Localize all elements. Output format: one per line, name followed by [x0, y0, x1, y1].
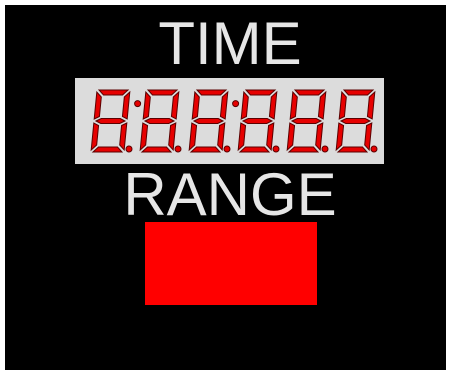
- digit-6-segment-g: [339, 118, 372, 124]
- digit-4-segment-g: [241, 118, 274, 124]
- digit-1-segment-g: [94, 118, 127, 124]
- digit-3-segment-g: [192, 118, 225, 124]
- digit-2-segment-c: [168, 122, 177, 152]
- digit-6-decimal-point: [370, 145, 378, 153]
- screen: TIME RANGE: [0, 0, 451, 375]
- digit-3-segment-a: [195, 89, 228, 96]
- digit-3-segment-f: [191, 90, 200, 120]
- range-label: RANGE: [123, 161, 337, 228]
- colon-after-digit-3-upper: [232, 100, 240, 108]
- digit-3-segment-b: [219, 90, 229, 120]
- digit-5-segment-d: [287, 146, 320, 153]
- digit-5-segment-a: [293, 89, 326, 96]
- digit-3-segment-d: [189, 146, 222, 153]
- digit-6-segment-f: [338, 90, 347, 120]
- digit-1-segment-f: [93, 90, 102, 120]
- digit-5-segment-f: [289, 90, 298, 120]
- digit-2-segment-e: [139, 122, 149, 152]
- time-label: TIME: [158, 10, 302, 77]
- colon-after-digit-1-upper: [134, 100, 142, 108]
- digit-6-segment-e: [335, 122, 345, 152]
- digit-4-segment-a: [244, 89, 277, 96]
- digit-4-segment-c: [266, 122, 275, 152]
- digit-2-segment-a: [146, 89, 179, 96]
- digit-1-segment-d: [91, 146, 124, 153]
- digit-6-segment-d: [336, 146, 369, 153]
- digit-5-segment-g: [290, 118, 323, 124]
- range-indicator: [145, 222, 317, 305]
- digit-6-segment-c: [364, 122, 373, 152]
- digit-1-decimal-point: [125, 145, 133, 153]
- digit-4-segment-e: [237, 122, 247, 152]
- digit-1-segment-b: [121, 90, 131, 120]
- digit-2-segment-f: [142, 90, 151, 120]
- digit-4-segment-d: [238, 146, 271, 153]
- digit-6-segment-a: [342, 89, 375, 96]
- digit-2-segment-g: [143, 118, 176, 124]
- digit-5-segment-b: [317, 90, 327, 120]
- digit-5-decimal-point: [321, 145, 329, 153]
- digit-2-segment-d: [140, 146, 173, 153]
- digit-4-segment-f: [240, 90, 249, 120]
- digit-5-segment-c: [315, 122, 324, 152]
- digit-1-segment-e: [90, 122, 100, 152]
- seven-segment-display: [90, 89, 378, 153]
- digit-1-segment-a: [97, 89, 130, 96]
- time-display: [75, 78, 384, 164]
- digit-5-segment-e: [286, 122, 296, 152]
- digit-2-segment-b: [170, 90, 180, 120]
- digit-3-segment-c: [217, 122, 226, 152]
- digit-2-decimal-point: [174, 145, 182, 153]
- digit-3-segment-e: [188, 122, 198, 152]
- digit-3-decimal-point: [223, 145, 231, 153]
- digit-4-decimal-point: [272, 145, 280, 153]
- digit-4-segment-b: [268, 90, 278, 120]
- digit-1-segment-c: [119, 122, 128, 152]
- digit-6-segment-b: [366, 90, 376, 120]
